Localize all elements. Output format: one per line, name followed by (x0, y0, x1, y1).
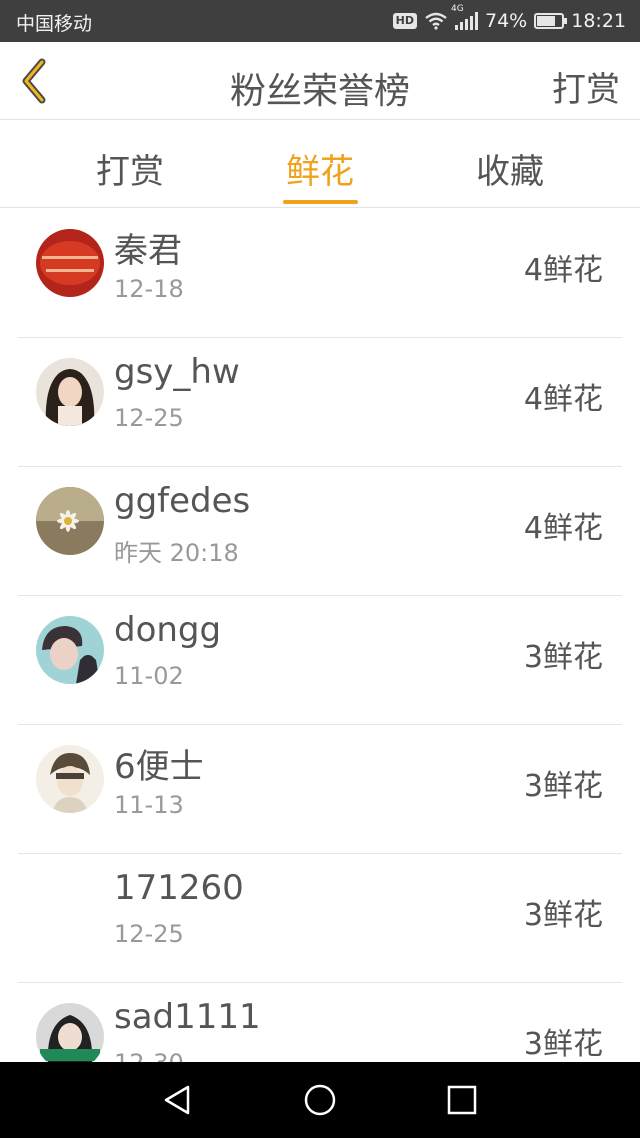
triangle-back-icon[interactable] (160, 1082, 196, 1118)
avatar[interactable] (36, 358, 104, 426)
fan-name: ggfedes (114, 481, 251, 521)
avatar[interactable] (36, 1003, 104, 1071)
system-nav-bar (0, 1062, 640, 1138)
fan-name: dongg (114, 610, 222, 650)
avatar[interactable] (36, 745, 104, 813)
cell-signal: 4G (451, 4, 478, 30)
tab-flowers[interactable]: 鲜花 (225, 144, 415, 193)
tab-reward[interactable]: 打赏 (35, 144, 225, 193)
fan-name: 171260 (114, 868, 244, 908)
app-header: 粉丝荣誉榜 打赏 (0, 42, 640, 120)
flower-count: 4鲜花 (523, 511, 603, 546)
avatar-empty[interactable] (36, 874, 104, 942)
network-type: 4G (451, 4, 464, 14)
flower-count: 4鲜花 (523, 253, 603, 288)
flower-count: 4鲜花 (523, 382, 603, 417)
fan-name: gsy_hw (114, 352, 240, 392)
avatar[interactable] (36, 229, 104, 297)
list-item[interactable]: 秦君 12-18 4鲜花 (0, 209, 640, 338)
battery-icon (534, 13, 568, 29)
reward-button[interactable]: 打赏 (552, 62, 620, 111)
tab-bar: 打赏 鲜花 收藏 (0, 120, 640, 208)
fan-date: 12-25 (114, 404, 184, 432)
fan-name: 6便士 (114, 747, 204, 787)
avatar-boy-with-cat-icon (36, 616, 104, 684)
avatar-red-banner-icon (36, 229, 104, 297)
fan-name: sad1111 (114, 997, 261, 1037)
battery-percent: 74% (485, 10, 528, 32)
page-title: 粉丝荣誉榜 (229, 71, 410, 112)
fan-list: 秦君 12-18 4鲜花 gsy_hw 12-25 4鲜花 ggfedes 昨天… (0, 209, 640, 1112)
square-recents-icon[interactable] (444, 1082, 480, 1118)
signal-icon (455, 12, 478, 30)
status-bar: 中国移动 HD 4G 74% 18:21 (0, 0, 640, 42)
status-icons: HD 4G 74% 18:21 (392, 4, 626, 34)
fan-date: 12-18 (114, 275, 184, 303)
fan-date: 12-25 (114, 920, 184, 948)
flower-count: 3鲜花 (523, 769, 603, 804)
avatar[interactable] (36, 616, 104, 684)
wifi-icon (425, 12, 447, 30)
flower-count: 3鲜花 (523, 1027, 603, 1062)
fan-date: 11-13 (114, 791, 184, 819)
fan-name: 秦君 (114, 231, 182, 271)
list-item[interactable]: ggfedes 昨天 20:18 4鲜花 (0, 467, 640, 596)
flower-count: 3鲜花 (523, 898, 603, 933)
circle-home-icon[interactable] (302, 1082, 338, 1118)
list-item[interactable]: 6便士 11-13 3鲜花 (0, 725, 640, 854)
fan-date: 11-02 (114, 662, 184, 690)
fan-date: 昨天 20:18 (114, 539, 239, 567)
list-item[interactable]: 171260 12-25 3鲜花 (0, 854, 640, 983)
avatar-girl-portrait-icon (36, 358, 104, 426)
battery-level (537, 16, 556, 26)
avatar-sketch-figure-icon (36, 745, 104, 813)
avatar-daisy-flower-icon (36, 487, 104, 555)
list-item[interactable]: gsy_hw 12-25 4鲜花 (0, 338, 640, 467)
flower-count: 3鲜花 (523, 640, 603, 675)
avatar-girl-caption-icon (36, 1003, 104, 1071)
hd-icon: HD (392, 13, 417, 29)
list-item[interactable]: dongg 11-02 3鲜花 (0, 596, 640, 725)
avatar[interactable] (36, 487, 104, 555)
carrier-name: 中国移动 (16, 13, 93, 35)
clock: 18:21 (571, 10, 626, 32)
tab-favorites[interactable]: 收藏 (415, 144, 605, 193)
active-tab-indicator (283, 200, 358, 204)
